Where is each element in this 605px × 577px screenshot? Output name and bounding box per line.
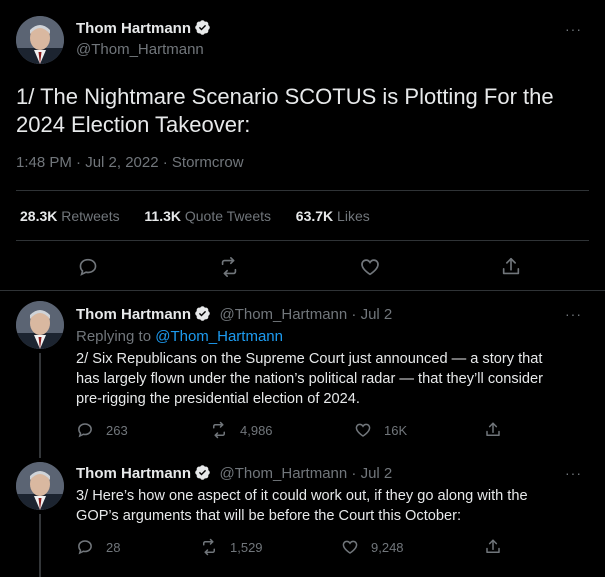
- replying-to: Replying to @Thom_Hartmann: [76, 328, 283, 345]
- retweets-stat[interactable]: 28.3K Retweets: [20, 208, 120, 224]
- heart-icon[interactable]: [354, 421, 372, 439]
- like-count: 9,248: [371, 540, 404, 555]
- heart-icon[interactable]: [359, 256, 381, 278]
- more-icon[interactable]: ···: [565, 465, 582, 481]
- reply-text-line: pre-rigging the presidential election of…: [76, 391, 360, 407]
- quotes-stat[interactable]: 11.3K Quote Tweets: [144, 208, 271, 224]
- reply-text-line: 2/ Six Republicans on the Supreme Court …: [76, 351, 543, 367]
- reply-count: 28: [106, 540, 121, 555]
- main-tweet-avatar[interactable]: [16, 16, 64, 64]
- main-tweet-meta[interactable]: 1:48 PM · Jul 2, 2022 · Stormcrow: [16, 154, 244, 171]
- quotes-count: 11.3K: [144, 208, 181, 224]
- reply-author-name[interactable]: Thom Hartmann: [76, 306, 191, 323]
- like-count: 16K: [384, 423, 408, 438]
- share-icon[interactable]: [484, 538, 502, 556]
- main-tweet-text: 1/ The Nightmare Scenario SCOTUS is Plot…: [16, 83, 554, 139]
- heart-icon[interactable]: [341, 538, 359, 556]
- reply-text: 3/ Here’s how one aspect of it could wor…: [76, 486, 528, 526]
- retweet-icon[interactable]: [218, 256, 240, 278]
- main-tweet-text-line: 1/ The Nightmare Scenario SCOTUS is Plot…: [16, 84, 554, 109]
- reply-avatar[interactable]: [16, 301, 64, 349]
- quotes-label: Quote Tweets: [184, 208, 272, 224]
- reply-count: 263: [106, 423, 128, 438]
- likes-stat[interactable]: 63.7K Likes: [296, 208, 370, 224]
- main-tweet-stats: 28.3K Retweets 11.3K Quote Tweets 63.7K …: [20, 208, 370, 224]
- more-icon[interactable]: ···: [565, 21, 582, 37]
- reply-header: Thom Hartmann @Thom_Hartmann · Jul 2: [76, 305, 392, 327]
- reply-icon[interactable]: [77, 256, 99, 278]
- main-author-handle[interactable]: @Thom_Hartmann: [76, 41, 204, 58]
- divider: [16, 190, 589, 191]
- retweet-icon[interactable]: [200, 538, 218, 556]
- verified-badge-icon: [194, 19, 211, 40]
- retweet-icon[interactable]: [210, 421, 228, 439]
- thread-connector: [39, 353, 41, 458]
- share-icon[interactable]: [484, 421, 502, 439]
- reply-text-line: GOP’s arguments that will be before the …: [76, 508, 462, 524]
- reply-header: Thom Hartmann @Thom_Hartmann · Jul 2: [76, 464, 392, 486]
- reply-handle-date[interactable]: @Thom_Hartmann · Jul 2: [219, 306, 392, 323]
- main-author-name-text[interactable]: Thom Hartmann: [76, 20, 191, 37]
- verified-badge-icon: [194, 305, 211, 327]
- main-tweet-text-line: 2024 Election Takeover:: [16, 112, 251, 137]
- reply-author-name[interactable]: Thom Hartmann: [76, 465, 191, 482]
- divider: [0, 290, 605, 291]
- share-icon[interactable]: [500, 256, 522, 278]
- more-icon[interactable]: ···: [565, 306, 582, 322]
- reply-avatar[interactable]: [16, 462, 64, 510]
- likes-count: 63.7K: [295, 208, 334, 224]
- thread-connector: [39, 514, 41, 577]
- reply-text-line: 3/ Here’s how one aspect of it could wor…: [76, 488, 528, 504]
- main-author-name[interactable]: Thom Hartmann: [76, 19, 211, 40]
- reply-text: 2/ Six Republicans on the Supreme Court …: [76, 349, 543, 409]
- reply-icon[interactable]: [76, 421, 94, 439]
- reply-icon[interactable]: [76, 538, 94, 556]
- reply-text-line: has largely flown under the nation’s pol…: [76, 371, 543, 387]
- reply-handle-date[interactable]: @Thom_Hartmann · Jul 2: [219, 465, 392, 482]
- retweets-count: 28.3K: [20, 208, 58, 224]
- likes-label: Likes: [337, 208, 370, 224]
- retweets-label: Retweets: [61, 208, 120, 224]
- retweet-count: 4,986: [240, 423, 273, 438]
- divider: [16, 240, 589, 241]
- replying-to-prefix: Replying to: [76, 328, 152, 345]
- replying-to-link[interactable]: @Thom_Hartmann: [155, 328, 283, 345]
- retweet-count: 1,529: [230, 540, 263, 555]
- verified-badge-icon: [194, 464, 211, 486]
